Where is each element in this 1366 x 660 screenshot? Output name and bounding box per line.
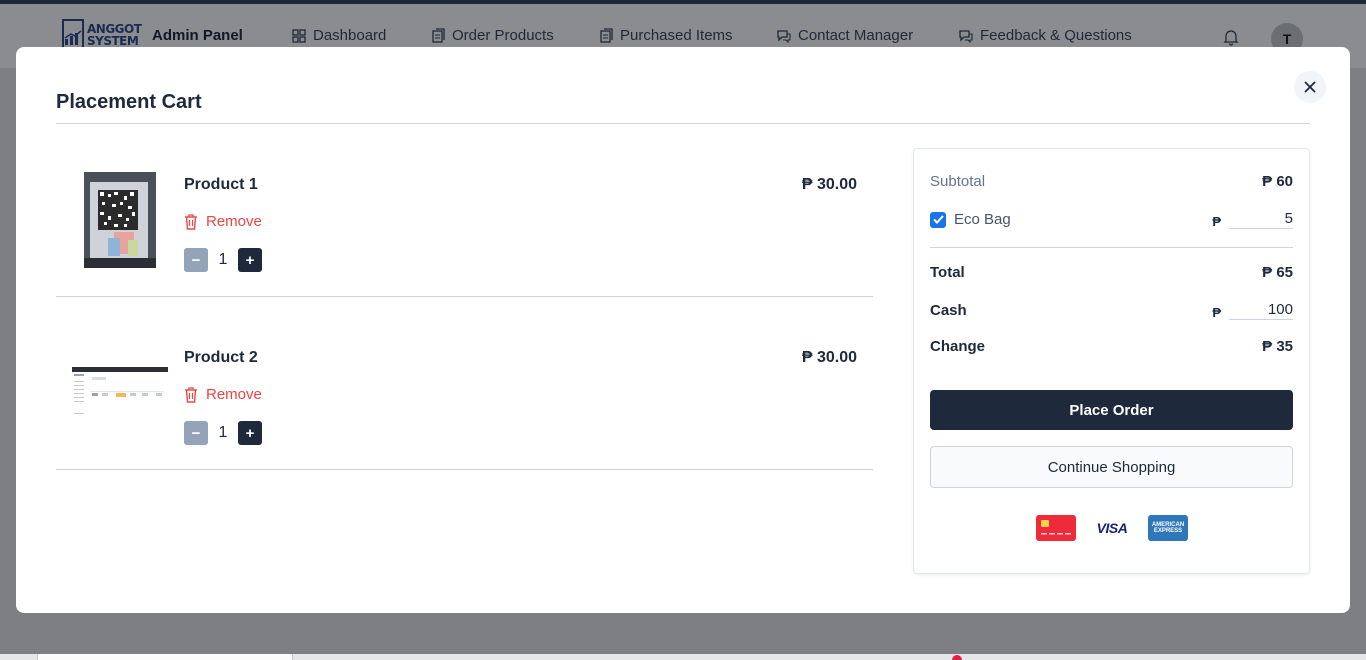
decrease-quantity-button[interactable]: − bbox=[184, 421, 208, 445]
visa-icon: VISA bbox=[1092, 515, 1132, 541]
product-image bbox=[84, 172, 156, 268]
subtotal-label: Subtotal bbox=[930, 173, 986, 190]
close-button[interactable] bbox=[1294, 71, 1326, 103]
quantity-value: 1 bbox=[218, 251, 228, 268]
quantity-stepper: − 1 + bbox=[184, 421, 262, 445]
cash-amount: ₱ 100 bbox=[1212, 301, 1293, 320]
decrease-quantity-button[interactable]: − bbox=[184, 248, 208, 272]
trash-icon bbox=[185, 213, 197, 230]
nav-label: Dashboard bbox=[313, 27, 387, 44]
taskbar-tab[interactable] bbox=[37, 654, 293, 660]
amex-icon: AMERICAN EXPRESS bbox=[1148, 515, 1188, 541]
remove-button[interactable]: Remove bbox=[184, 386, 262, 403]
quantity-stepper: − 1 + bbox=[184, 248, 262, 272]
order-summary-panel: Subtotal ₱ 60 Eco Bag ₱ 5 Total ₱ 65 Cas… bbox=[913, 148, 1310, 574]
app-title: Admin Panel bbox=[152, 27, 243, 44]
product-name: Product 1 bbox=[184, 176, 258, 193]
subtotal-value: ₱ 60 bbox=[1262, 173, 1293, 190]
nav-label: Purchased Items bbox=[620, 27, 733, 44]
product-image bbox=[72, 367, 168, 419]
increase-quantity-button[interactable]: + bbox=[238, 421, 262, 445]
remove-label: Remove bbox=[206, 386, 262, 403]
eco-bag-amount: ₱ 5 bbox=[1212, 210, 1293, 229]
product-price: ₱ 30.00 bbox=[801, 349, 857, 366]
chat-icon bbox=[959, 29, 973, 43]
change-value: ₱ 35 bbox=[1262, 338, 1293, 355]
cash-row: Cash ₱ 100 bbox=[930, 301, 1293, 320]
nav-order-products[interactable]: Order Products bbox=[432, 27, 554, 44]
cash-input[interactable]: 100 bbox=[1229, 301, 1293, 320]
nav-feedback-questions[interactable]: Feedback & Questions bbox=[958, 27, 1132, 44]
clipboard-icon bbox=[600, 28, 613, 43]
payment-methods: VISA AMERICAN EXPRESS bbox=[1036, 515, 1188, 541]
grid-icon bbox=[292, 28, 306, 43]
eco-bag-option[interactable]: Eco Bag bbox=[930, 211, 1011, 228]
cart-item: Product 2 ₱ 30.00 Remove − 1 + bbox=[56, 320, 873, 470]
increase-quantity-button[interactable]: + bbox=[238, 248, 262, 272]
change-row: Change ₱ 35 bbox=[930, 338, 1293, 355]
product-price: ₱ 30.00 bbox=[801, 176, 857, 193]
eco-bag-label: Eco Bag bbox=[954, 211, 1011, 228]
close-icon bbox=[1304, 81, 1316, 93]
taskbar-indicator bbox=[952, 655, 962, 660]
trash-icon bbox=[185, 386, 197, 403]
eco-bag-input[interactable]: 5 bbox=[1229, 210, 1293, 229]
chat-icon bbox=[777, 29, 791, 43]
cart-item: Product 1 ₱ 30.00 Remove − 1 + bbox=[56, 147, 873, 297]
total-label: Total bbox=[930, 264, 965, 281]
clipboard-icon bbox=[432, 28, 445, 43]
quantity-value: 1 bbox=[218, 424, 228, 441]
currency-symbol: ₱ bbox=[1212, 305, 1221, 320]
modal-title: Placement Cart bbox=[56, 91, 202, 113]
check-icon bbox=[932, 215, 944, 224]
logo-text: ANGGOT SYSTEM bbox=[87, 22, 142, 48]
divider bbox=[930, 247, 1293, 248]
total-row: Total ₱ 65 bbox=[930, 264, 1293, 281]
cash-label: Cash bbox=[930, 302, 967, 319]
eco-bag-row: Eco Bag ₱ 5 bbox=[930, 210, 1293, 229]
nav-contact-manager[interactable]: Contact Manager bbox=[776, 27, 913, 44]
nav-label: Order Products bbox=[452, 27, 554, 44]
total-value: ₱ 65 bbox=[1262, 264, 1293, 281]
continue-shopping-button[interactable]: Continue Shopping bbox=[930, 446, 1293, 488]
nav-label: Contact Manager bbox=[798, 27, 914, 44]
mastercard-icon bbox=[1036, 515, 1076, 541]
eco-bag-checkbox[interactable] bbox=[930, 211, 946, 228]
remove-label: Remove bbox=[206, 213, 262, 230]
nav-purchased-items[interactable]: Purchased Items bbox=[600, 27, 733, 44]
placement-cart-modal: Placement Cart Product 1 ₱ 30.00 Remove … bbox=[16, 47, 1350, 613]
change-label: Change bbox=[930, 338, 986, 355]
divider bbox=[56, 123, 1310, 124]
subtotal-row: Subtotal ₱ 60 bbox=[930, 173, 1293, 190]
product-name: Product 2 bbox=[184, 349, 258, 366]
currency-symbol: ₱ bbox=[1212, 214, 1221, 229]
remove-button[interactable]: Remove bbox=[184, 213, 262, 230]
place-order-button[interactable]: Place Order bbox=[930, 390, 1293, 430]
nav-label: Feedback & Questions bbox=[980, 27, 1132, 44]
nav-dashboard[interactable]: Dashboard bbox=[292, 27, 386, 44]
